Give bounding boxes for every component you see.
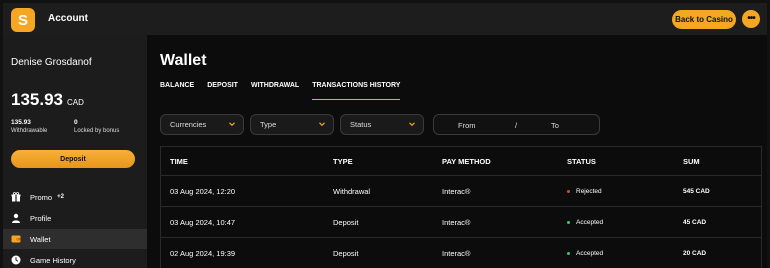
chevron-down-icon: [228, 120, 236, 130]
main-content: Wallet BALANCE DEPOSIT WITHDRAWAL TRANSA…: [147, 35, 767, 268]
chevron-down-icon: [408, 120, 416, 130]
withdrawable-label: Withdrawable: [11, 128, 48, 134]
gift-icon: [11, 192, 21, 202]
sidebar-item-label: Game History: [30, 255, 76, 265]
balance-display: 135.93 CAD: [11, 90, 84, 110]
transaction-time: 03 Aug 2024, 10:47: [170, 217, 236, 227]
transaction-type: Withdrawal: [333, 186, 371, 196]
top-bar: S Account Back to Casino •••: [3, 3, 767, 35]
sidebar-item-game-history[interactable]: Game History: [3, 250, 147, 268]
sidebar-item-label: Profile: [30, 213, 52, 223]
transaction-type: Deposit: [333, 217, 359, 227]
transaction-sum: 20 CAD: [683, 249, 707, 257]
sidebar-item-profile[interactable]: Profile: [3, 208, 147, 228]
transaction-status: Accepted: [567, 207, 603, 237]
balance-currency: CAD: [67, 98, 84, 107]
back-to-casino-button[interactable]: Back to Casino: [672, 10, 736, 29]
sidebar-item-promo[interactable]: Promo +2: [3, 187, 147, 207]
transaction-sum: 45 CAD: [683, 218, 707, 226]
type-select[interactable]: Type: [250, 114, 334, 135]
app-title: Account: [48, 13, 88, 24]
transaction-method: Interac®: [442, 186, 471, 196]
status-rejected-dot-icon: [567, 189, 570, 193]
sidebar-item-label: Wallet: [30, 234, 51, 244]
table-row[interactable]: 03 Aug 2024, 12:20 Withdrawal Interac® R…: [161, 176, 761, 207]
column-header-time: TIME: [170, 156, 188, 166]
table-row[interactable]: 03 Aug 2024, 10:47 Deposit Interac® Acce…: [161, 207, 761, 238]
wallet-icon: [11, 234, 21, 244]
more-icon: •••: [747, 13, 755, 24]
transaction-time: 02 Aug 2024, 19:39: [170, 248, 236, 258]
status-label: Accepted: [576, 249, 604, 257]
column-header-type: TYPE: [333, 156, 353, 166]
status-accepted-dot-icon: [567, 251, 570, 255]
status-accepted-dot-icon: [567, 220, 570, 224]
transaction-method: Interac®: [442, 248, 471, 258]
tab-transactions-history[interactable]: TRANSACTIONS HISTORY: [312, 82, 401, 100]
transaction-sum: 545 CAD: [683, 187, 710, 195]
withdrawable-value: 135.93: [11, 119, 31, 126]
locked-label: Locked by bonus: [74, 128, 120, 134]
date-range-picker[interactable]: From / To: [433, 114, 600, 135]
transaction-time: 03 Aug 2024, 12:20: [170, 186, 236, 196]
transaction-status: Accepted: [567, 238, 603, 268]
deposit-button[interactable]: Deposit: [11, 150, 135, 168]
wallet-tabs: BALANCE DEPOSIT WITHDRAWAL TRANSACTIONS …: [160, 82, 413, 100]
date-from-field[interactable]: From: [458, 121, 476, 130]
logo-letter: S: [17, 11, 28, 29]
sidebar: Denise Grosdanof 135.93 CAD 135.93 Withd…: [3, 35, 147, 268]
sidebar-item-label: Promo: [30, 192, 53, 202]
balance-amount: 135.93: [11, 90, 63, 109]
tab-deposit[interactable]: DEPOSIT: [207, 82, 238, 100]
currencies-select-value: Currencies: [170, 120, 207, 129]
status-label: Accepted: [576, 218, 604, 226]
tab-withdrawal[interactable]: WITHDRAWAL: [251, 82, 299, 100]
locked-info: 0 Locked by bonus: [74, 119, 119, 134]
column-header-sum: SUM: [683, 156, 700, 166]
more-options-button[interactable]: •••: [742, 10, 760, 28]
account-window: S Account Back to Casino ••• Denise Gros…: [3, 3, 767, 268]
locked-value: 0: [74, 119, 78, 126]
chevron-down-icon: [318, 120, 326, 130]
withdrawable-info: 135.93 Withdrawable: [11, 119, 47, 134]
currencies-select[interactable]: Currencies: [160, 114, 244, 135]
table-header-row: TIME TYPE PAY METHOD STATUS SUM: [161, 147, 761, 176]
tab-balance[interactable]: BALANCE: [160, 82, 194, 100]
transaction-type: Deposit: [333, 248, 359, 258]
column-header-status: STATUS: [567, 156, 596, 166]
page-title: Wallet: [160, 52, 207, 69]
type-select-value: Type: [260, 120, 277, 129]
promo-count-badge: +2: [57, 194, 64, 200]
sidebar-item-wallet[interactable]: Wallet: [3, 229, 147, 249]
transaction-status: Rejected: [567, 176, 602, 206]
transaction-method: Interac®: [442, 217, 471, 227]
status-select-value: Status: [350, 120, 372, 129]
status-select[interactable]: Status: [340, 114, 424, 135]
column-header-pay-method: PAY METHOD: [442, 156, 491, 166]
status-label: Rejected: [576, 187, 602, 195]
date-to-field[interactable]: To: [551, 121, 559, 130]
app-logo[interactable]: S: [11, 8, 35, 32]
date-range-separator: /: [515, 121, 518, 130]
user-name: Denise Grosdanof: [11, 57, 92, 68]
clock-icon: [11, 255, 21, 265]
user-icon: [11, 213, 21, 223]
table-row[interactable]: 02 Aug 2024, 19:39 Deposit Interac® Acce…: [161, 238, 761, 268]
transactions-table: TIME TYPE PAY METHOD STATUS SUM 03 Aug 2…: [160, 146, 762, 268]
